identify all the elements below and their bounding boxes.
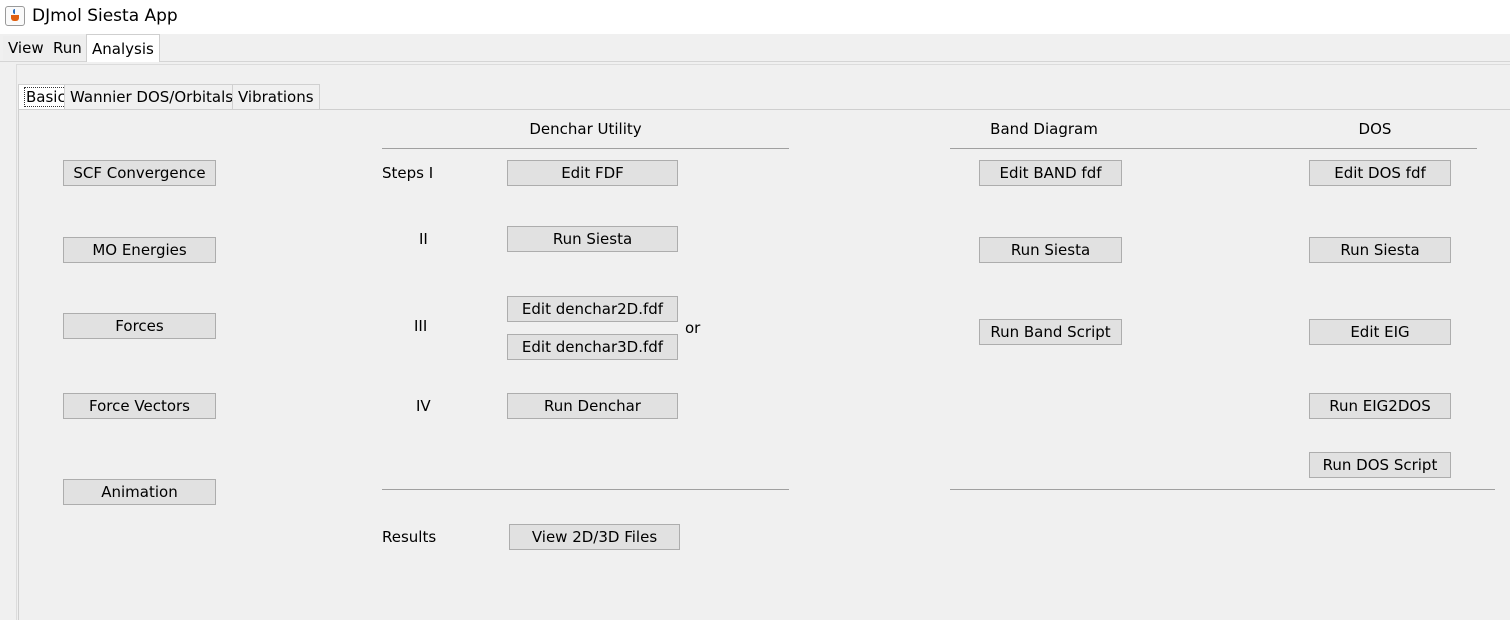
step-iv-label: IV bbox=[416, 397, 431, 415]
scf-convergence-button[interactable]: SCF Convergence bbox=[63, 160, 216, 186]
tab-view[interactable]: View bbox=[3, 36, 49, 60]
tab-wannier-dos-orbitals[interactable]: Wannier DOS/Orbitals bbox=[64, 84, 240, 109]
mo-energies-button[interactable]: MO Energies bbox=[63, 237, 216, 263]
band-dos-bottom-divider bbox=[950, 489, 1495, 490]
force-vectors-button[interactable]: Force Vectors bbox=[63, 393, 216, 419]
run-denchar-button[interactable]: Run Denchar bbox=[507, 393, 678, 419]
steps-i-label: Steps I bbox=[382, 164, 434, 182]
step-ii-label: II bbox=[419, 230, 428, 248]
run-band-script-button[interactable]: Run Band Script bbox=[979, 319, 1122, 345]
edit-dos-fdf-button[interactable]: Edit DOS fdf bbox=[1309, 160, 1451, 186]
run-eig2dos-button[interactable]: Run EIG2DOS bbox=[1309, 393, 1451, 419]
view-2d-3d-files-button[interactable]: View 2D/3D Files bbox=[509, 524, 680, 550]
basic-tab-content bbox=[18, 109, 1510, 620]
app-window: DJmol Siesta App View Run Analysis Basic… bbox=[0, 0, 1510, 620]
edit-denchar3d-button[interactable]: Edit denchar3D.fdf bbox=[507, 334, 678, 360]
analysis-tab-bar: Basic Wannier DOS/Orbitals Vibrations bbox=[18, 84, 1510, 110]
dos-run-siesta-button[interactable]: Run Siesta bbox=[1309, 237, 1451, 263]
band-run-siesta-button[interactable]: Run Siesta bbox=[979, 237, 1122, 263]
dos-title: DOS bbox=[1358, 120, 1392, 138]
animation-button[interactable]: Animation bbox=[63, 479, 216, 505]
run-dos-script-button[interactable]: Run DOS Script bbox=[1309, 452, 1451, 478]
band-diagram-title: Band Diagram bbox=[990, 120, 1098, 138]
denchar-bottom-divider bbox=[382, 489, 789, 490]
edit-fdf-button[interactable]: Edit FDF bbox=[507, 160, 678, 186]
edit-band-fdf-button[interactable]: Edit BAND fdf bbox=[979, 160, 1122, 186]
window-title: DJmol Siesta App bbox=[32, 6, 178, 26]
results-label: Results bbox=[382, 528, 437, 546]
forces-button[interactable]: Forces bbox=[63, 313, 216, 339]
title-bar: DJmol Siesta App bbox=[0, 0, 1510, 34]
or-label: or bbox=[685, 319, 701, 337]
step-iii-label: III bbox=[414, 317, 428, 335]
main-tab-bar: View Run Analysis bbox=[0, 34, 1510, 62]
java-app-icon bbox=[5, 6, 25, 26]
edit-eig-button[interactable]: Edit EIG bbox=[1309, 319, 1451, 345]
tab-vibrations[interactable]: Vibrations bbox=[232, 84, 320, 109]
tab-run[interactable]: Run bbox=[48, 36, 87, 60]
denchar-top-divider bbox=[382, 148, 789, 149]
tab-basic-label: Basic bbox=[24, 87, 68, 107]
denchar-run-siesta-button[interactable]: Run Siesta bbox=[507, 226, 678, 252]
denchar-utility-title: Denchar Utility bbox=[529, 120, 642, 138]
tab-analysis[interactable]: Analysis bbox=[86, 34, 160, 62]
band-dos-top-divider bbox=[950, 148, 1477, 149]
edit-denchar2d-button[interactable]: Edit denchar2D.fdf bbox=[507, 296, 678, 322]
